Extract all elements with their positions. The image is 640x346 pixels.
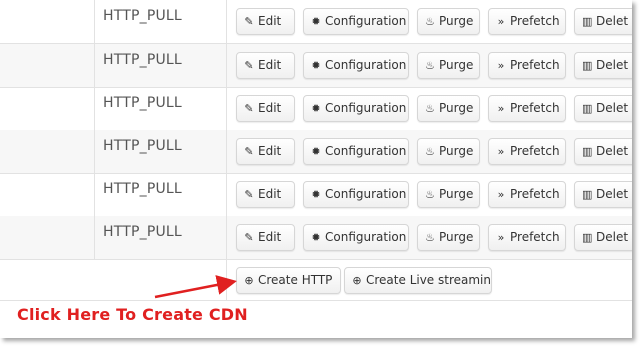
annotation-text: Click Here To Create CDN [17,305,248,324]
annotation-arrow [154,275,237,299]
screenshot-frame: HTTP_PULL ✎ Edit ✹ Configuration ♨ Purge » P… [0,0,632,338]
